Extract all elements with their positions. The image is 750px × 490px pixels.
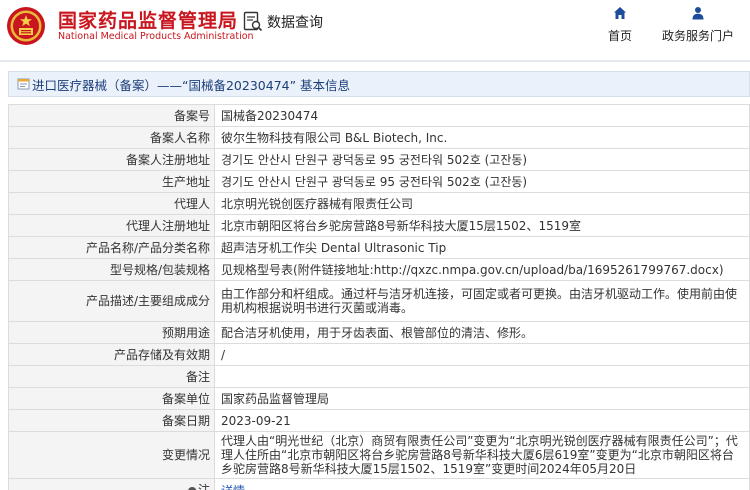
national-emblem-icon[interactable]	[6, 6, 46, 46]
row-label: 备注	[8, 365, 215, 388]
note-value-cell: 详情	[214, 478, 750, 490]
table-row: 备案人注册地址 경기도 안산시 단원구 광덕동로 95 궁전타워 502호 (고…	[8, 148, 750, 171]
row-value: /	[214, 343, 750, 366]
note-label-cell: ●注	[8, 478, 215, 490]
nav-home-label: 首页	[607, 29, 632, 43]
nav-service-portal[interactable]: 政务服务门户	[656, 6, 740, 44]
site-name-en[interactable]: National Medical Products Administration	[58, 31, 254, 42]
nav-service-portal-label: 政务服务门户	[661, 29, 734, 43]
note-row: ●注 详情	[8, 478, 750, 490]
table-row: 产品名称/产品分类名称 超声洁牙机工作尖 Dental Ultrasonic T…	[8, 236, 750, 259]
data-query-label: 数据查询	[267, 15, 323, 31]
record-title: 进口医疗器械（备案）——“国械备20230474” 基本信息	[32, 77, 351, 93]
row-value: 경기도 안산시 단원구 광덕동로 95 궁전타워 502호 (고잔동)	[214, 148, 750, 171]
row-label: 产品描述/主要组成成分	[8, 280, 215, 322]
row-label: 型号规格/包装规格	[8, 258, 215, 281]
details-link[interactable]: 详情	[221, 484, 245, 490]
table-row: 变更情况 代理人由“明光世纪（北京）商贸有限责任公司”变更为“北京明光锐创医疗器…	[8, 431, 750, 479]
row-label: 代理人注册地址	[8, 214, 215, 237]
row-value: 北京市朝阳区将台乡驼房营路8号新华科技大厦15层1502、1519室	[214, 214, 750, 237]
row-value: 由工作部分和杆组成。通过杆与洁牙机连接，可固定或者可更换。由洁牙机驱动工作。使用…	[214, 280, 750, 322]
row-label: 生产地址	[8, 170, 215, 193]
document-icon	[17, 78, 30, 90]
table-row: 备案单位 国家药品监督管理局	[8, 387, 750, 410]
table-row: 型号规格/包装规格 见规格型号表(附件链接地址:http://qxzc.nmpa…	[8, 258, 750, 281]
row-label: 产品存储及有效期	[8, 343, 215, 366]
row-label: 备案人注册地址	[8, 148, 215, 171]
row-value: 경기도 안산시 단원구 광덕동로 95 궁전타워 502호 (고잔동)	[214, 170, 750, 193]
table-row: 备案号 国械备20230474	[8, 104, 750, 127]
site-header: 国家药品监督管理局 National Medical Products Admi…	[0, 0, 750, 56]
row-label: 备案人名称	[8, 126, 215, 149]
home-icon	[614, 7, 626, 19]
row-value: 北京明光锐创医疗器械有限责任公司	[214, 192, 750, 215]
table-row: 生产地址 경기도 안산시 단원구 광덕동로 95 궁전타워 502호 (고잔동)	[8, 170, 750, 193]
row-value: 国家药品监督管理局	[214, 387, 750, 410]
row-label: 预期用途	[8, 321, 215, 344]
row-value: 2023-09-21	[214, 409, 750, 432]
row-label: 产品名称/产品分类名称	[8, 236, 215, 259]
row-value: 彼尔生物科技有限公司 B&L Biotech, Inc.	[214, 126, 750, 149]
table-row: 预期用途 配合洁牙机使用，用于牙齿表面、根管部位的清洁、修形。	[8, 321, 750, 344]
header-divider	[0, 60, 750, 62]
row-value	[214, 365, 750, 388]
data-query-title[interactable]: 数据查询	[243, 11, 323, 33]
row-label: 备案日期	[8, 409, 215, 432]
table-row: 代理人注册地址 北京市朝阳区将台乡驼房营路8号新华科技大厦15层1502、151…	[8, 214, 750, 237]
row-label: 变更情况	[8, 431, 215, 479]
row-value: 代理人由“明光世纪（北京）商贸有限责任公司”变更为“北京明光锐创医疗器械有限责任…	[214, 431, 750, 479]
record-title-bar: 进口医疗器械（备案）——“国械备20230474” 基本信息	[8, 71, 750, 97]
table-row: 产品描述/主要组成成分 由工作部分和杆组成。通过杆与洁牙机连接，可固定或者可更换…	[8, 280, 750, 322]
row-value: 国械备20230474	[214, 104, 750, 127]
row-value: 超声洁牙机工作尖 Dental Ultrasonic Tip	[214, 236, 750, 259]
site-name-cn[interactable]: 国家药品监督管理局	[58, 6, 238, 33]
row-value: 见规格型号表(附件链接地址:http://qxzc.nmpa.gov.cn/up…	[214, 258, 750, 281]
table-row: 代理人 北京明光锐创医疗器械有限责任公司	[8, 192, 750, 215]
pin-icon: ●	[187, 484, 197, 490]
row-label: 备案单位	[8, 387, 215, 410]
table-row: 备案人名称 彼尔生物科技有限公司 B&L Biotech, Inc.	[8, 126, 750, 149]
nav-home[interactable]: 首页	[602, 6, 638, 44]
person-icon	[692, 7, 704, 20]
record-info-table: 备案号 国械备20230474 备案人名称 彼尔生物科技有限公司 B&L Bio…	[8, 104, 750, 490]
row-label: 备案号	[8, 104, 215, 127]
note-label: 注	[197, 483, 210, 490]
table-row: 产品存储及有效期 /	[8, 343, 750, 366]
table-row: 备案日期 2023-09-21	[8, 409, 750, 432]
row-label: 代理人	[8, 192, 215, 215]
data-query-icon	[243, 11, 263, 32]
table-row: 备注	[8, 365, 750, 388]
row-value: 配合洁牙机使用，用于牙齿表面、根管部位的清洁、修形。	[214, 321, 750, 344]
